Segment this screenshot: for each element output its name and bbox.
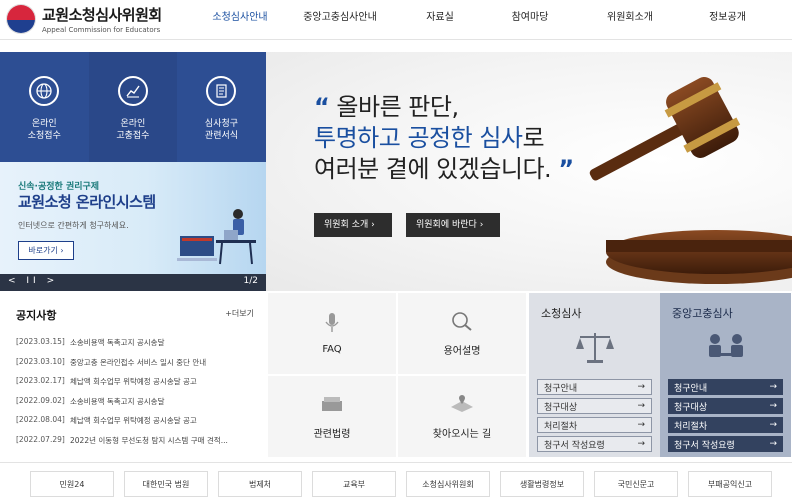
banner-appeal-commission[interactable]: 소청심사위원회 [406,471,490,497]
hero-line-1: 올바른 판단, [336,93,459,121]
appeal-guide-link[interactable]: 청구안내 → [537,379,652,395]
glossary-tile[interactable]: 용어설명 [398,293,526,374]
quick-online-appeal[interactable]: 온라인 소청접수 [0,52,89,162]
hero-line-3: 여러분 곁에 있겠습니다. [314,155,552,183]
logo-subtitle: Appeal Commission for Educators [42,26,161,34]
grievance-links: 청구안내 → 청구대상 → 처리절차 → 청구서 작성요령 → [668,379,783,452]
arrow-right-icon: → [769,439,777,449]
quick-label: 심사청구 관련서식 [204,119,239,141]
hero-banner: “ 올바른 판단, 투명하고 공정한 심사로 여러분 곁에 있겠습니다. ” 위… [266,52,792,291]
promo-title: 교원소청 온라인시스템 [18,193,156,211]
grievance-writing-link[interactable]: 청구서 작성요령 → [668,436,783,452]
notice-list: [2023.03.15] 소송비용액 독촉고지 공시송달 [2023.03.10]… [16,337,262,454]
arrow-right-icon: → [637,439,645,449]
hero-line-2-highlight: 투명하고 공정한 심사 [314,124,523,152]
arrow-right-icon: → [769,401,777,411]
suggestion-button[interactable]: 위원회에 바란다 › [406,213,500,237]
arrow-right-icon: → [637,420,645,430]
directions-tile[interactable]: 찾아오시는 길 [398,376,526,457]
banner-court[interactable]: 대한민국 법원 [124,471,208,497]
quick-forms[interactable]: 심사청구 관련서식 [177,52,266,162]
faq-tile[interactable]: FAQ [268,293,396,374]
main-navigation: 소청심사안내 중앙고충심사안내 자료실 참여마당 위원회소개 정보공개 [200,0,775,38]
go-button[interactable]: 바로가기 › [18,241,74,260]
chart-icon [117,76,148,106]
grievance-target-link[interactable]: 청구대상 → [668,398,783,414]
globe-icon [29,76,60,106]
grievance-guide-link[interactable]: 청구안내 → [668,379,783,395]
magnifier-icon [450,310,474,334]
appeal-panel: 소청심사 청구안내 → 청구대상 → 처리절차 → 청구서 작성요령 → [529,293,660,457]
list-item[interactable]: [2022.07.29] 2022년 이동형 무선도청 탐지 시스템 구매 견적.… [16,435,262,455]
slider-controls[interactable]: < II > [8,276,58,286]
nav-grievance-guide[interactable]: 중앙고충심사안내 [280,0,400,38]
site-logo[interactable]: 교원소청심사위원회 Appeal Commission for Educator… [6,4,162,34]
appeal-links: 청구안내 → 청구대상 → 처리절차 → 청구서 작성요령 → [537,379,652,452]
map-icon [449,393,475,417]
notice-title: 공지사항 [16,309,57,322]
appeal-procedure-link[interactable]: 처리절차 → [537,417,652,433]
taegeuk-logo-icon [6,4,36,34]
banner-epeople[interactable]: 국민신문고 [594,471,678,497]
logo-title: 교원소청심사위원회 [42,6,162,24]
panel-title: 중앙고충심사 [672,307,733,320]
online-system-banner[interactable]: 신속·공정한 권리구제 교원소청 온라인시스템 인터넷으로 간편하게 청구하세요… [0,162,266,274]
slider-page-indicator: 1/2 [243,276,258,286]
quick-label: 온라인 소청접수 [27,119,61,141]
arrow-right-icon: → [769,420,777,430]
quick-online-grievance[interactable]: 온라인 고충접수 [88,52,178,162]
nav-participation[interactable]: 참여마당 [480,0,580,38]
microphone-icon [324,312,340,336]
nav-resources[interactable]: 자료실 [400,0,480,38]
book-icon [320,393,344,417]
list-item[interactable]: [2022.09.02] 소송비용액 독촉고지 공시송달 [16,396,262,416]
gavel-illustration [589,77,792,284]
list-item[interactable]: [2023.02.17] 체납액 회수업무 위탁예정 공시송달 공고 [16,376,262,396]
banner-controls: < II > 1/2 [0,274,266,291]
meeting-icon [668,327,783,367]
nav-info-disclosure[interactable]: 정보공개 [680,0,775,38]
list-item[interactable]: [2023.03.15] 소송비용액 독촉고지 공시송달 [16,337,262,357]
banner-easylaw[interactable]: 생활법령정보 [500,471,584,497]
related-sites-strip: 민원24 대한민국 법원 법제처 교육부 소청심사위원회 생활법령정보 국민신문… [0,462,792,502]
list-item[interactable]: [2022.08.04] 체납액 회수업무 위탁예정 공시송달 공고 [16,415,262,435]
grievance-panel: 중앙고충심사 청구안내 → 청구대상 → 처리절차 → 청구서 작성요령 → [660,293,791,457]
document-icon [206,76,237,106]
banner-moleg[interactable]: 법제처 [218,471,302,497]
panel-title: 소청심사 [541,307,582,320]
hero-line-2-rest: 로 [522,124,545,152]
open-quote-icon: “ [314,93,330,121]
scales-icon [537,327,652,367]
banner-minwon24[interactable]: 민원24 [30,471,114,497]
about-commission-button[interactable]: 위원회 소개 › [314,213,392,237]
quick-menu: 온라인 소청접수 온라인 고충접수 심사청구 관련서식 [0,52,266,162]
list-item[interactable]: [2023.03.10] 중앙고충 온라인접수 서비스 일시 중단 안내 [16,357,262,377]
appeal-target-link[interactable]: 청구대상 → [537,398,652,414]
laws-tile[interactable]: 관련법령 [268,376,396,457]
banner-anticorruption[interactable]: 부패공익신고 [688,471,772,497]
arrow-right-icon: → [769,382,777,392]
promo-description: 인터넷으로 간편하게 청구하세요. [18,221,129,230]
grievance-procedure-link[interactable]: 처리절차 → [668,417,783,433]
person-at-desk-illustration [177,209,256,265]
notice-board: 공지사항 +더보기 [2023.03.15] 소송비용액 독촉고지 공시송달 [2… [0,293,266,457]
appeal-writing-link[interactable]: 청구서 작성요령 → [537,436,652,452]
nav-about[interactable]: 위원회소개 [580,0,680,38]
site-header: 교원소청심사위원회 Appeal Commission for Educator… [0,0,792,40]
banner-moe[interactable]: 교육부 [312,471,396,497]
notice-more-link[interactable]: +더보기 [225,308,254,319]
nav-appeal-guide[interactable]: 소청심사안내 [200,0,280,38]
quick-label: 온라인 고충접수 [116,119,150,141]
arrow-right-icon: → [637,401,645,411]
arrow-right-icon: → [637,382,645,392]
service-grid: FAQ 용어설명 관련법령 찾아오시는 길 [268,293,526,457]
